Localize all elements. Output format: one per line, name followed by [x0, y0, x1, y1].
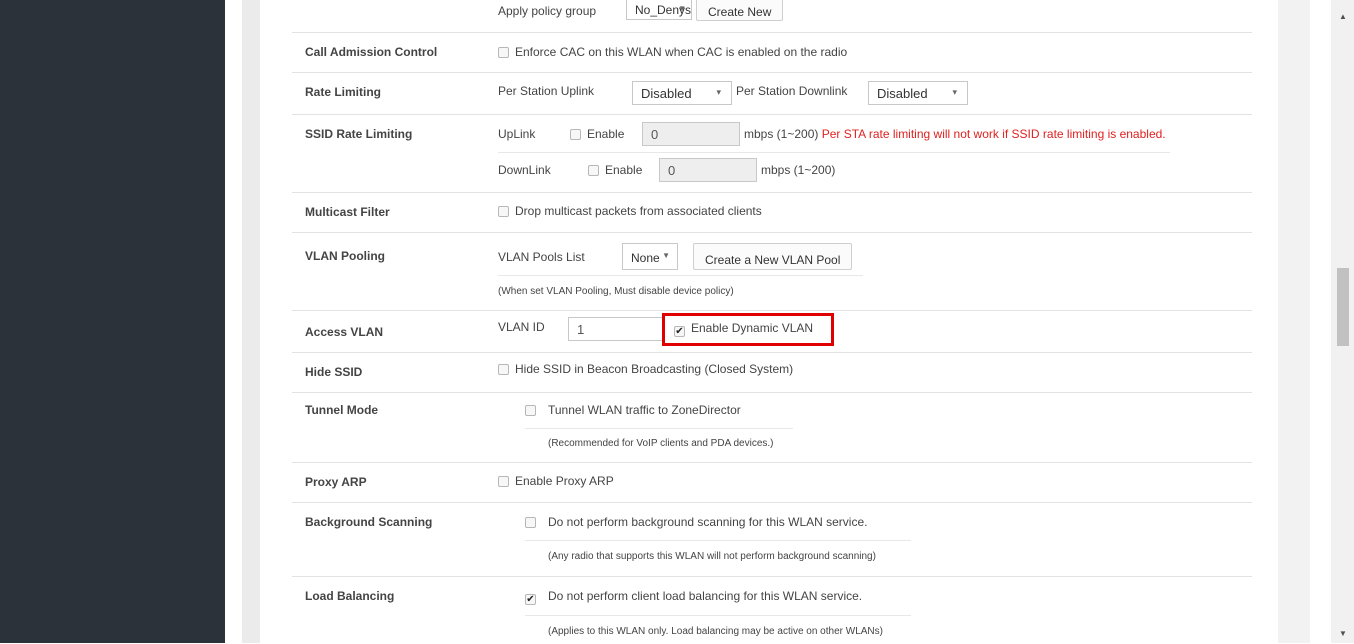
label-background-scanning: Background Scanning	[305, 515, 433, 529]
downlink-label: Per Station Downlink	[736, 84, 848, 98]
row-vlan-pooling: VLAN Pooling VLAN Pools List None ▼ Crea…	[292, 232, 1252, 311]
policy-group-label: Apply policy group	[498, 4, 597, 18]
vlan-id-label: VLAN ID	[498, 320, 545, 334]
left-gutter	[242, 0, 260, 643]
row-background-scanning: Background Scanning Do not perform backg…	[292, 502, 1252, 577]
chevron-down-icon: ▾	[952, 87, 957, 97]
multicast-option[interactable]: Drop multicast packets from associated c…	[498, 204, 762, 218]
divider	[525, 428, 793, 429]
bg-scan-option[interactable]: Do not perform background scanning for t…	[525, 515, 867, 529]
create-vlan-pool-button[interactable]: Create a New VLAN Pool	[693, 243, 853, 270]
label-proxy-arp: Proxy ARP	[305, 475, 367, 489]
vlan-pool-select[interactable]: None ▼	[622, 243, 678, 270]
load-balancing-checkbox-label: Do not perform client load balancing for…	[548, 589, 863, 603]
divider	[498, 152, 1170, 153]
label-call-admission-control: Call Admission Control	[305, 45, 438, 59]
vlan-pool-value: None	[631, 251, 660, 265]
cac-checkbox-label: Enforce CAC on this WLAN when CAC is ena…	[515, 45, 848, 59]
row-hide-ssid: Hide SSID Hide SSID in Beacon Broadcasti…	[292, 352, 1252, 393]
cac-checkbox[interactable]	[498, 47, 509, 58]
uplink-value: Disabled	[641, 86, 692, 101]
row-load-balancing: Load Balancing ✔ Do not perform client lo…	[292, 576, 1252, 644]
label-access-vlan: Access VLAN	[305, 325, 384, 339]
row-ssid-rate-limiting: SSID Rate Limiting UpLink Enable 0 mbps …	[292, 114, 1252, 193]
proxy-arp-option[interactable]: Enable Proxy ARP	[498, 474, 614, 488]
ssid-downlink-checkbox[interactable]	[588, 165, 599, 176]
ssid-downlink-enable-label: Enable	[605, 163, 643, 177]
cac-option[interactable]: Enforce CAC on this WLAN when CAC is ena…	[498, 45, 847, 59]
row-multicast-filter: Multicast Filter Drop multicast packets …	[292, 192, 1252, 233]
load-balancing-note: (Applies to this WLAN only. Load balanci…	[548, 626, 883, 637]
vlan-pooling-note: (When set VLAN Pooling, Must disable dev…	[498, 286, 734, 297]
caret-down-icon: ▼	[662, 251, 670, 260]
vlan-id-input[interactable]: 1	[568, 317, 664, 341]
ssid-downlink-unit: mbps (1~200)	[761, 163, 836, 177]
ssid-downlink-input[interactable]: 0	[659, 158, 757, 182]
caret-down-icon: ▼	[678, 4, 686, 13]
row-rate-limiting: Rate Limiting Per Station Uplink Disable…	[292, 72, 1252, 115]
label-hide-ssid: Hide SSID	[305, 365, 363, 379]
load-balancing-option[interactable]: ✔ Do not perform client load balancing fo…	[525, 589, 862, 605]
label-tunnel-mode: Tunnel Mode	[305, 403, 379, 417]
bg-scan-note: (Any radio that supports this WLAN will …	[548, 551, 876, 562]
label-load-balancing: Load Balancing	[305, 589, 395, 603]
highlight-box	[662, 313, 834, 346]
proxy-arp-checkbox-label: Enable Proxy ARP	[515, 474, 614, 488]
bg-scan-checkbox-label: Do not perform background scanning for t…	[548, 515, 868, 529]
divider	[498, 275, 863, 276]
load-balancing-checkbox[interactable]: ✔	[525, 594, 536, 605]
ssid-downlink-label: DownLink	[498, 163, 551, 177]
sidebar	[0, 0, 225, 643]
multicast-checkbox[interactable]	[498, 206, 509, 217]
uplink-label: Per Station Uplink	[498, 84, 595, 98]
scrollbar-thumb[interactable]	[1337, 268, 1349, 346]
tunnel-note: (Recommended for VoIP clients and PDA de…	[548, 438, 774, 449]
uplink-select[interactable]: Disabled ▾	[632, 81, 732, 105]
hide-ssid-option[interactable]: Hide SSID in Beacon Broadcasting (Closed…	[498, 362, 793, 376]
bg-scan-checkbox[interactable]	[525, 517, 536, 528]
row-call-admission-control: Call Admission Control Enforce CAC on th…	[292, 32, 1252, 73]
vlan-pools-list-label: VLAN Pools List	[498, 250, 585, 264]
row-tunnel-mode: Tunnel Mode Tunnel WLAN traffic to ZoneD…	[292, 392, 1252, 463]
divider	[525, 540, 911, 541]
label-ssid-rate-limiting: SSID Rate Limiting	[305, 127, 413, 141]
downlink-select[interactable]: Disabled ▾	[868, 81, 968, 105]
proxy-arp-checkbox[interactable]	[498, 476, 509, 487]
label-multicast-filter: Multicast Filter	[305, 205, 390, 219]
hide-ssid-checkbox[interactable]	[498, 364, 509, 375]
ssid-uplink-unit-text: mbps (1~200)	[744, 127, 819, 141]
ssid-uplink-label: UpLink	[498, 127, 536, 141]
ssid-rate-warning: Per STA rate limiting will not work if S…	[821, 127, 1166, 141]
policy-group-select[interactable]: No_Denys ▼	[626, 0, 692, 20]
right-gutter	[1278, 0, 1310, 643]
chevron-down-icon: ▾	[716, 87, 721, 97]
ssid-uplink-checkbox[interactable]	[570, 129, 581, 140]
hide-ssid-checkbox-label: Hide SSID in Beacon Broadcasting (Closed…	[515, 362, 794, 376]
label-rate-limiting: Rate Limiting	[305, 85, 382, 99]
tunnel-checkbox-label: Tunnel WLAN traffic to ZoneDirector	[548, 403, 741, 417]
downlink-value: Disabled	[877, 86, 928, 101]
scroll-down-icon[interactable]: ▼	[1337, 629, 1349, 639]
tunnel-option[interactable]: Tunnel WLAN traffic to ZoneDirector	[525, 403, 741, 417]
scroll-up-icon[interactable]: ▲	[1337, 12, 1349, 22]
multicast-checkbox-label: Drop multicast packets from associated c…	[515, 204, 762, 218]
ssid-uplink-input[interactable]: 0	[642, 122, 740, 146]
label-vlan-pooling: VLAN Pooling	[305, 249, 385, 263]
divider	[525, 615, 911, 616]
tunnel-checkbox[interactable]	[525, 405, 536, 416]
row-proxy-arp: Proxy ARP Enable Proxy ARP	[292, 462, 1252, 503]
ssid-uplink-unit: mbps (1~200) Per STA rate limiting will …	[744, 127, 1166, 141]
ssid-uplink-enable[interactable]: Enable	[570, 127, 624, 141]
ssid-downlink-enable[interactable]: Enable	[588, 163, 642, 177]
ssid-uplink-enable-label: Enable	[587, 127, 625, 141]
create-new-policy-button[interactable]: Create New	[696, 0, 784, 21]
